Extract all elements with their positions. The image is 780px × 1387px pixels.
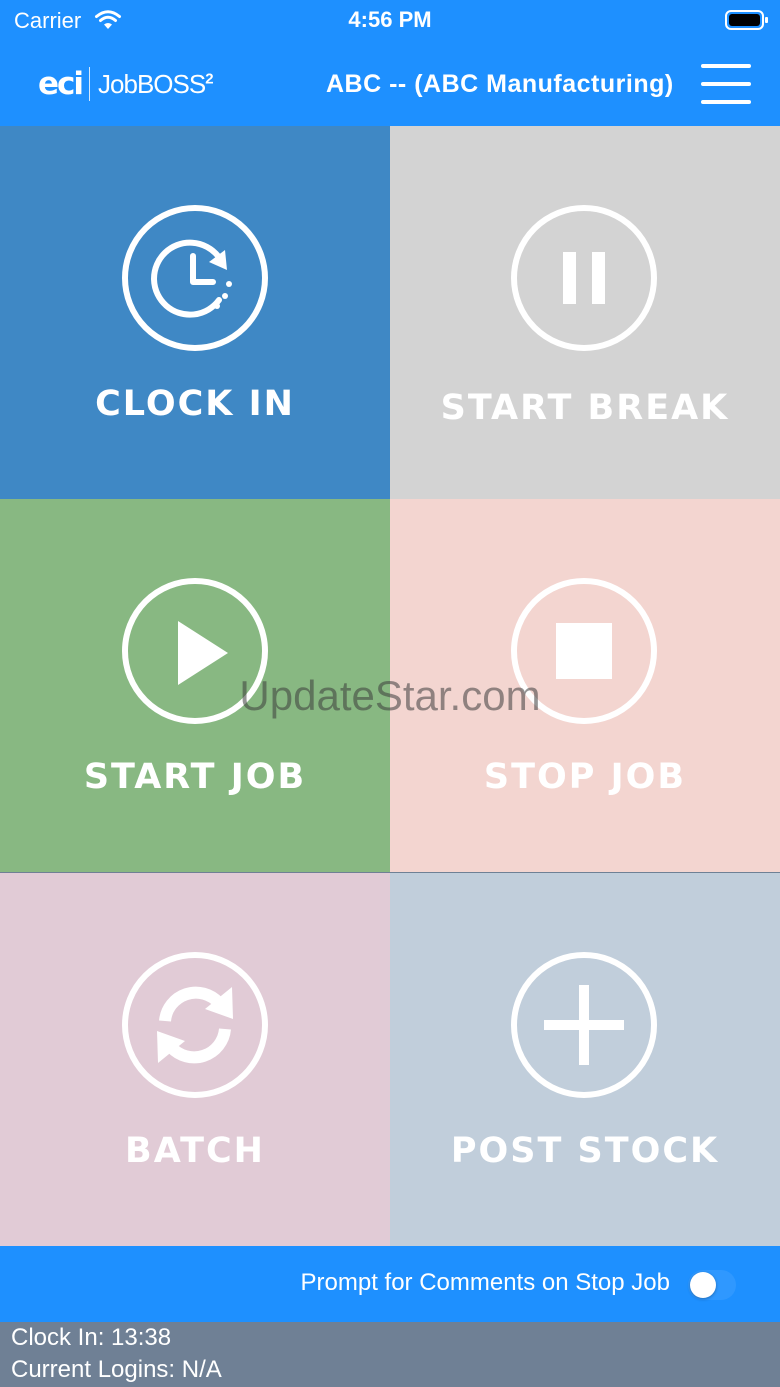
prompt-comments-toggle[interactable] — [688, 1270, 736, 1300]
action-grid: CLOCK IN START BREAK START JOB STOP JOB — [0, 126, 780, 1246]
start-job-button[interactable]: START JOB — [0, 499, 390, 872]
plus-icon — [511, 952, 657, 1098]
stop-job-button[interactable]: STOP JOB — [390, 499, 780, 872]
eci-jobboss-logo: eci JobBOSS2 — [38, 62, 238, 106]
clock-in-button[interactable]: CLOCK IN — [0, 126, 390, 499]
current-logins: Current Logins: N/A — [11, 1356, 222, 1383]
start-break-button[interactable]: START BREAK — [390, 126, 780, 499]
refresh-icon — [122, 952, 268, 1098]
app-header: eci JobBOSS2 ABC -- (ABC Manufacturing) — [0, 42, 780, 126]
clock-in-time: Clock In: 13:38 — [11, 1324, 172, 1351]
prompt-comments-label: Prompt for Comments on Stop Job — [300, 1269, 671, 1296]
status-bar: Carrier 4:56 PM — [0, 0, 780, 42]
start-break-label: START BREAK — [440, 388, 730, 428]
toggle-knob — [690, 1272, 716, 1298]
battery-icon — [725, 10, 768, 30]
company-title: ABC -- (ABC Manufacturing) — [326, 70, 674, 98]
batch-label: BATCH — [125, 1131, 265, 1171]
pause-icon — [511, 205, 657, 351]
play-icon — [122, 578, 268, 724]
post-stock-label: POST STOCK — [450, 1131, 720, 1171]
start-job-label: START JOB — [83, 757, 307, 797]
hamburger-menu-button[interactable] — [698, 62, 754, 106]
stop-icon — [511, 578, 657, 724]
clock-in-icon — [122, 205, 268, 351]
clock-in-label: CLOCK IN — [95, 384, 295, 424]
prompt-comments-bar: Prompt for Comments on Stop Job — [0, 1246, 780, 1322]
batch-button[interactable]: BATCH — [0, 873, 390, 1246]
menu-icon — [701, 64, 751, 68]
stop-job-label: STOP JOB — [483, 757, 687, 797]
session-info: Clock In: 13:38 Current Logins: N/A — [0, 1322, 780, 1387]
logo-product: JobBOSS2 — [98, 68, 214, 99]
logo-divider — [89, 67, 91, 101]
status-time: 4:56 PM — [348, 7, 432, 32]
logo-brand: eci — [38, 66, 84, 102]
post-stock-button[interactable]: POST STOCK — [390, 873, 780, 1246]
